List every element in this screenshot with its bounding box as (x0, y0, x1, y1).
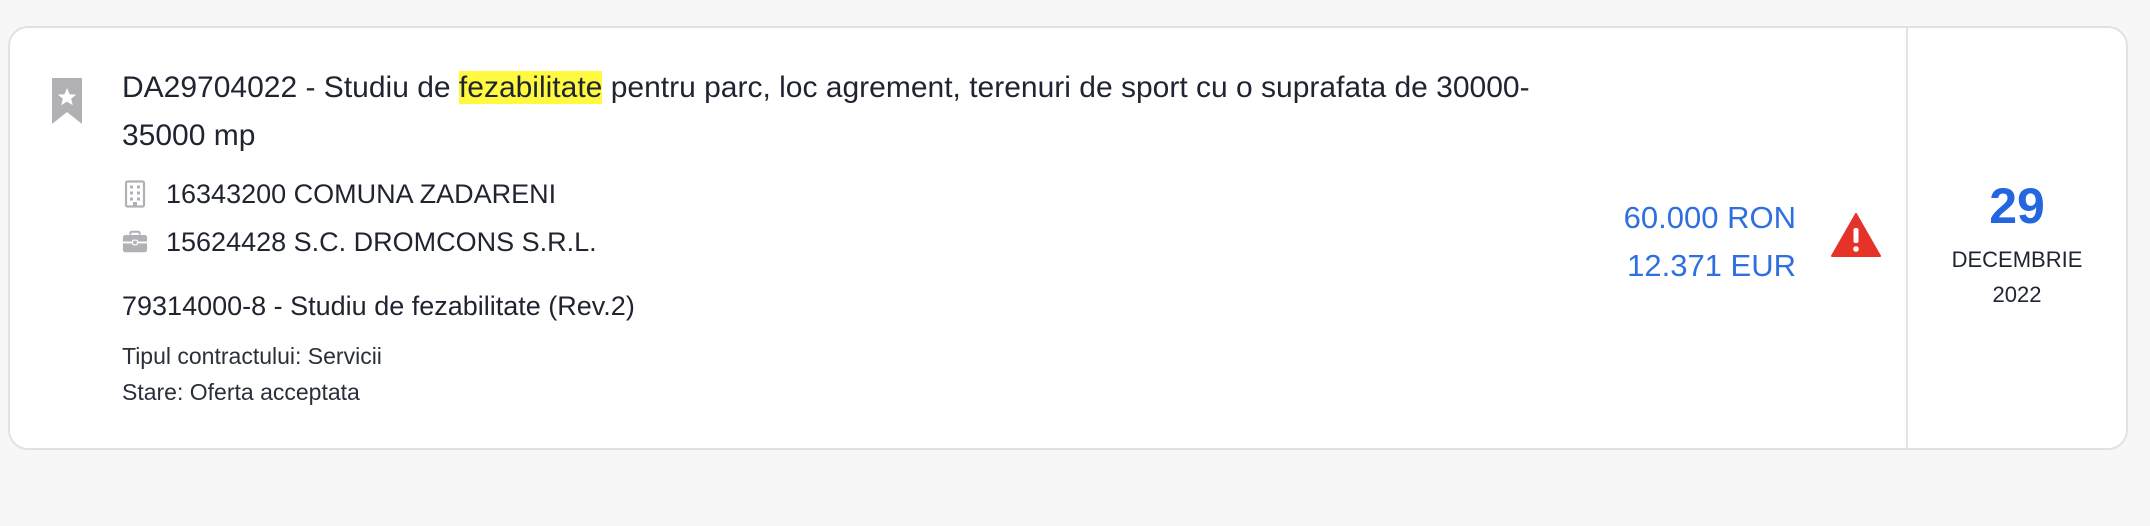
authority-row: 16343200 COMUNA ZADARENI (122, 170, 1592, 218)
contract-type: Tipul contractului: Servicii (122, 338, 1592, 374)
price-block: 60.000 RON 12.371 EUR (1624, 194, 1796, 290)
date-column: 29 DECEMBRIE 2022 (1906, 28, 2126, 448)
contract-type-value: Servicii (307, 343, 382, 369)
date-month: DECEMBRIE (1951, 247, 2083, 272)
date-year: 2022 (1992, 282, 2042, 307)
supplier-name[interactable]: 15624428 S.C. DROMCONS S.R.L. (166, 227, 597, 258)
notice-content: DA29704022 - Studiu de fezabilitate pent… (122, 64, 1592, 410)
warning-icon[interactable] (1830, 212, 1882, 258)
price-eur: 12.371 EUR (1627, 248, 1796, 283)
status-label: Stare: (122, 379, 190, 405)
notice-card[interactable]: DA29704022 - Studiu de fezabilitate pent… (8, 26, 2128, 450)
cpv-code: 79314000-8 - Studiu de fezabilitate (Rev… (122, 291, 635, 321)
title-highlight: fezabilitate (458, 71, 603, 104)
status: Stare: Oferta acceptata (122, 374, 1592, 410)
notice-title[interactable]: DA29704022 - Studiu de fezabilitate pent… (122, 64, 1592, 160)
title-text-before: DA29704022 - Studiu de (122, 71, 459, 104)
building-icon (122, 180, 148, 208)
supplier-row: 15624428 S.C. DROMCONS S.R.L. (122, 218, 1592, 266)
status-value: Oferta acceptata (189, 379, 360, 405)
briefcase-icon (122, 228, 148, 256)
date-day: 29 (1989, 178, 2045, 234)
contract-type-label: Tipul contractului: (122, 343, 308, 369)
bookmark-star-icon[interactable] (50, 76, 84, 126)
price-ron: 60.000 RON (1623, 200, 1796, 235)
authority-name[interactable]: 16343200 COMUNA ZADARENI (166, 179, 556, 210)
